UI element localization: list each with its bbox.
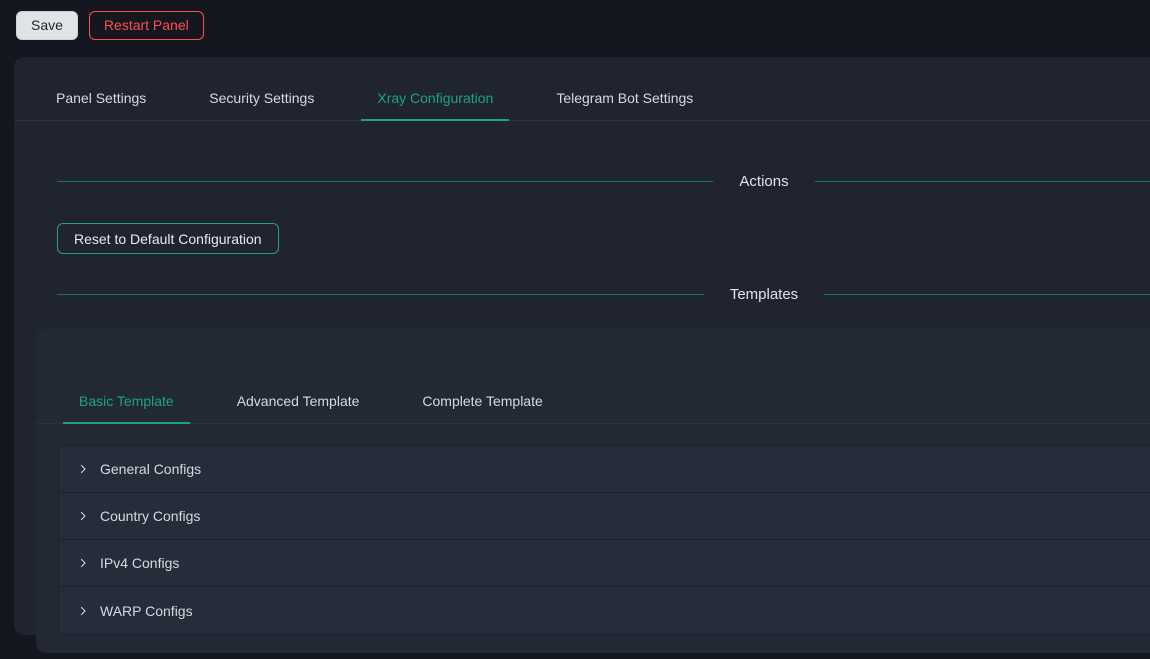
divider-line [815,181,1150,182]
divider-line [57,181,713,182]
reset-default-configuration-button[interactable]: Reset to Default Configuration [57,223,279,254]
templates-divider: Templates [57,286,1150,303]
actions-divider: Actions [57,173,1150,190]
templates-divider-label: Templates [704,286,824,303]
collapse-header-label: WARP Configs [100,603,193,619]
tab-basic-template[interactable]: Basic Template [63,371,190,423]
config-collapse-list: General Configs Country Configs IPv4 Con… [58,445,1150,635]
chevron-right-icon [77,605,89,617]
tab-complete-template[interactable]: Complete Template [406,371,558,423]
collapse-header-general-configs[interactable]: General Configs [59,446,1150,493]
collapse-header-ipv4-configs[interactable]: IPv4 Configs [59,540,1150,587]
restart-panel-button[interactable]: Restart Panel [89,11,204,40]
divider-line [57,294,704,295]
chevron-right-icon [77,510,89,522]
tab-panel-settings[interactable]: Panel Settings [40,72,162,120]
save-button[interactable]: Save [16,11,78,40]
divider-line [824,294,1150,295]
tab-xray-configuration[interactable]: Xray Configuration [361,72,509,120]
collapse-header-warp-configs[interactable]: WARP Configs [59,587,1150,634]
chevron-right-icon [77,557,89,569]
tab-advanced-template[interactable]: Advanced Template [221,371,376,423]
templates-card: Basic Template Advanced Template Complet… [36,329,1150,653]
collapse-header-label: General Configs [100,461,201,477]
settings-tabbar: Panel Settings Security Settings Xray Co… [14,57,1150,121]
actions-divider-label: Actions [713,173,814,190]
collapse-header-label: IPv4 Configs [100,555,179,571]
template-tabbar: Basic Template Advanced Template Complet… [36,371,1150,424]
topbar: Save Restart Panel [0,0,1150,51]
collapse-header-country-configs[interactable]: Country Configs [59,493,1150,540]
collapse-header-label: Country Configs [100,508,200,524]
tab-security-settings[interactable]: Security Settings [193,72,330,120]
tab-telegram-bot-settings[interactable]: Telegram Bot Settings [540,72,709,120]
chevron-right-icon [77,463,89,475]
settings-card: Panel Settings Security Settings Xray Co… [14,57,1150,635]
